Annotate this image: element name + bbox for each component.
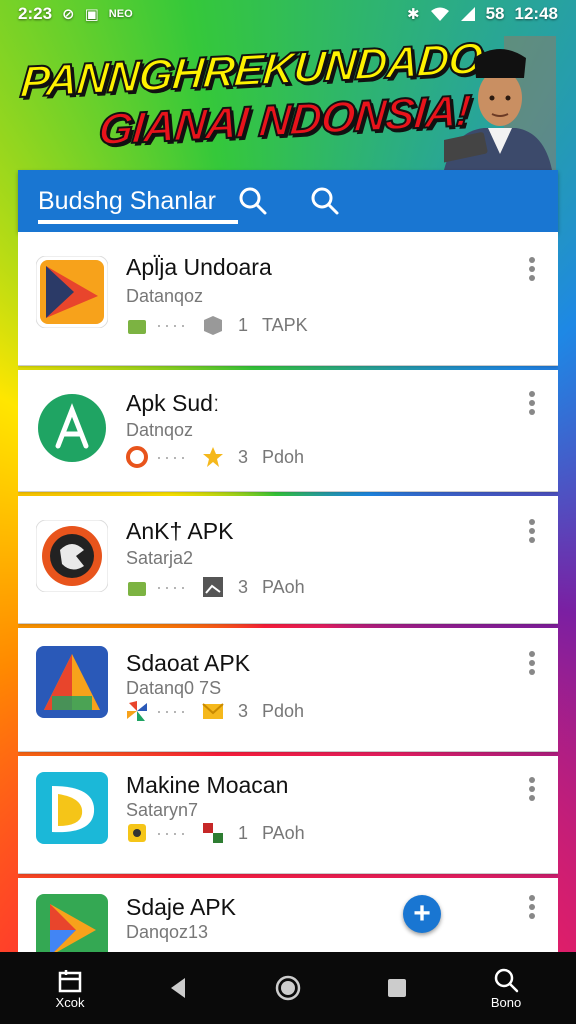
app-name: Apk Sudː: [126, 390, 220, 416]
chart-icon: [202, 577, 223, 597]
blue-a-icon: [36, 646, 108, 718]
app-bar: Budshg Shanlar: [18, 170, 558, 232]
nav-store[interactable]: Xcok: [40, 967, 100, 1010]
more-vert-icon[interactable]: [528, 390, 536, 416]
android-icon: [128, 582, 146, 596]
notification-circle-icon: ⊘: [62, 6, 75, 23]
app-name: AnK† APK: [126, 518, 234, 544]
more-vert-icon[interactable]: [528, 256, 536, 282]
app-count: 3: [237, 576, 248, 597]
battery-level: 58: [485, 4, 505, 23]
orange-ring-icon: [36, 520, 108, 592]
signal-icon: [460, 7, 475, 21]
orange-swirl-icon: [126, 446, 148, 468]
app-name: Apl̈ja Undoara: [126, 254, 272, 280]
app-tag: TAPK: [262, 314, 308, 335]
wifi-icon: [430, 7, 449, 21]
envelope-icon: [202, 703, 224, 719]
nav-home[interactable]: [258, 974, 318, 1002]
app-meta: ···· 1 TAPK: [126, 314, 308, 336]
cyan-d-icon: [36, 772, 108, 844]
app-tag: PAoh: [262, 822, 305, 843]
app-count: 1: [237, 314, 248, 335]
list-item[interactable]: Apk Sudː Datnqoz ···· 3 Pdoh: [18, 370, 558, 492]
status-time-left: 2:23: [18, 4, 53, 23]
grid-flag-icon: [202, 823, 223, 843]
nav-back[interactable]: [149, 974, 209, 1002]
app-list: Apl̈ja Undoara Datanqoz ···· 1 TAPK Apk …: [18, 232, 558, 952]
app-name: Sdaje APK: [126, 894, 236, 920]
more-vert-icon[interactable]: [528, 894, 536, 920]
app-developer: Sataryn7: [126, 800, 199, 820]
nav-search[interactable]: Bono: [476, 967, 536, 1010]
list-item[interactable]: Makine Moacan Sataryn7 ···· 1 PAoh: [18, 756, 558, 874]
app-developer: Datanq0 7S: [126, 678, 222, 698]
network-indicator: NEO: [108, 8, 133, 20]
recents-icon: [388, 979, 406, 997]
app-meta: ···· 3 Pdoh: [126, 700, 304, 722]
search-icon[interactable]: [310, 186, 340, 216]
back-icon: [171, 978, 185, 998]
app-meta: ···· 1 PAoh: [126, 822, 305, 844]
app-count: 3: [237, 700, 248, 721]
list-item[interactable]: Apl̈ja Undoara Datanqoz ···· 1 TAPK: [18, 232, 558, 366]
play-triangle-icon: [36, 894, 108, 952]
home-icon: [275, 975, 301, 1001]
status-bar: 2:23 ⊘ ▣ NEO ✱ 58 12:48: [0, 0, 576, 28]
app-developer: Danqoz13: [126, 922, 209, 942]
search-icon: [494, 968, 519, 992]
nav-label: Xcok: [55, 994, 85, 1010]
status-time-right: 12:48: [514, 4, 558, 23]
search-icon[interactable]: [238, 186, 268, 216]
app-name: Makine Moacan: [126, 772, 289, 798]
tab-title[interactable]: Budshg Shanlar: [38, 187, 238, 224]
list-item[interactable]: Sdaje APK Danqoz13: [18, 878, 558, 952]
navigation-bar: Xcok Bono: [0, 952, 576, 1024]
list-item[interactable]: Sdaoat APK Datanq0 7S ···· 3 Pdoh: [18, 628, 558, 752]
more-vert-icon[interactable]: [528, 650, 536, 676]
more-vert-icon[interactable]: [528, 776, 536, 802]
nav-label: Bono: [490, 994, 522, 1010]
star-burst-icon: [202, 447, 223, 467]
app-name: Sdaoat APK: [126, 650, 251, 676]
notification-app-icon: ▣: [84, 6, 99, 23]
add-button[interactable]: +: [403, 895, 441, 933]
more-vert-icon[interactable]: [528, 518, 536, 544]
app-developer: Datanqoz: [126, 286, 204, 306]
app-count: 1: [237, 822, 248, 843]
app-developer: Satarja2: [126, 548, 194, 568]
list-item[interactable]: AnK† APK Satarja2 ···· 3 PAoh: [18, 496, 558, 624]
bluetooth-icon: ✱: [407, 6, 420, 23]
app-tag: Pdoh: [262, 446, 305, 467]
box-icon: [203, 316, 222, 335]
green-a-icon: [38, 394, 106, 462]
colorful-pinwheel-icon: [127, 701, 147, 721]
store-icon: [58, 969, 82, 992]
app-meta: ···· 3 Pdoh: [126, 446, 304, 468]
colorful-triangle-icon: [36, 256, 108, 328]
app-tag: Pdoh: [262, 700, 305, 721]
android-icon: [128, 320, 146, 334]
person-illustration: [444, 36, 556, 170]
yellow-coin-icon: [128, 824, 146, 842]
promo-banner: PANNGHREKUNDADO GIANAI NDONSIA!: [0, 28, 576, 170]
nav-recents[interactable]: [367, 974, 427, 1002]
app-developer: Datnqoz: [126, 420, 194, 440]
app-tag: PAoh: [262, 576, 305, 597]
app-count: 3: [237, 446, 248, 467]
app-meta: ···· 3 PAoh: [126, 576, 305, 598]
